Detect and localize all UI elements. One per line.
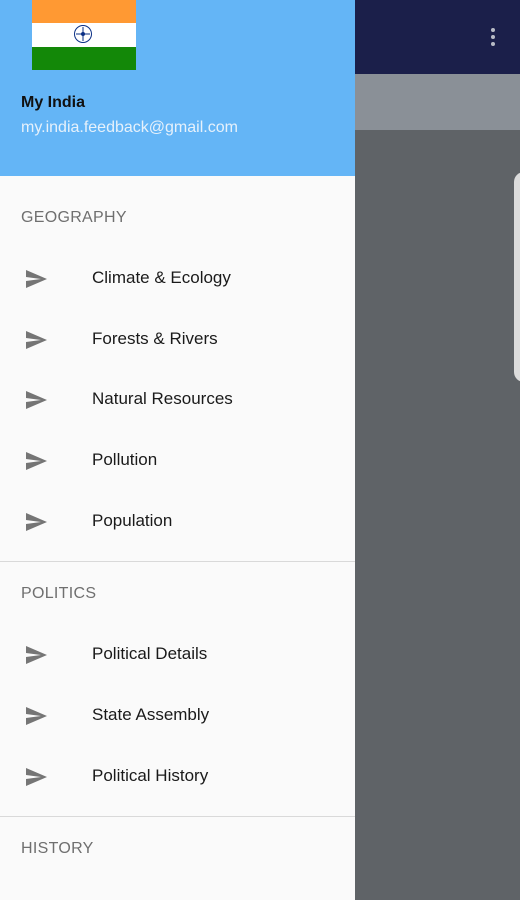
account-email: my.india.feedback@gmail.com — [21, 119, 238, 136]
send-icon — [26, 331, 47, 349]
india-flag-icon — [32, 0, 136, 70]
content-card — [514, 172, 520, 382]
menu-item-climate-ecology[interactable]: Climate & Ecology — [0, 248, 355, 309]
menu-item-label: Population — [92, 511, 173, 530]
send-icon — [26, 646, 47, 664]
section-label-history: HISTORY — [21, 840, 94, 857]
account-name: My India — [21, 94, 86, 111]
menu-item-label: State Assembly — [92, 705, 210, 724]
menu-item-state-assembly[interactable]: State Assembly — [0, 685, 355, 746]
menu-item-label: Political Details — [92, 644, 208, 663]
menu-item-label: Natural Resources — [92, 389, 233, 408]
section-label-geography: GEOGRAPHY — [21, 209, 127, 226]
menu-item-natural-resources[interactable]: Natural Resources — [0, 369, 355, 430]
send-icon — [26, 768, 47, 786]
menu-item-population[interactable]: Population — [0, 491, 355, 552]
send-icon — [26, 513, 47, 531]
send-icon — [26, 270, 47, 288]
send-icon — [26, 391, 47, 409]
menu-item-forests-rivers[interactable]: Forests & Rivers — [0, 309, 355, 370]
menu-item-political-history[interactable]: Political History — [0, 746, 355, 807]
menu-item-partial[interactable] — [0, 878, 355, 900]
menu-item-label: Political History — [92, 766, 209, 785]
section-label-politics: POLITICS — [21, 585, 97, 602]
drawer-header: My India my.india.feedback@gmail.com — [0, 0, 355, 176]
section-divider — [0, 816, 355, 817]
menu-item-label: Climate & Ecology — [92, 268, 231, 287]
menu-item-label: Forests & Rivers — [92, 329, 218, 348]
send-icon — [26, 452, 47, 470]
send-icon — [26, 707, 47, 725]
menu-item-label: Pollution — [92, 450, 158, 469]
menu-item-political-details[interactable]: Political Details — [0, 624, 355, 685]
menu-item-pollution[interactable]: Pollution — [0, 430, 355, 491]
more-vert-icon[interactable] — [486, 26, 500, 52]
section-divider — [0, 561, 355, 562]
navigation-drawer: My India my.india.feedback@gmail.com GEO… — [0, 0, 355, 900]
